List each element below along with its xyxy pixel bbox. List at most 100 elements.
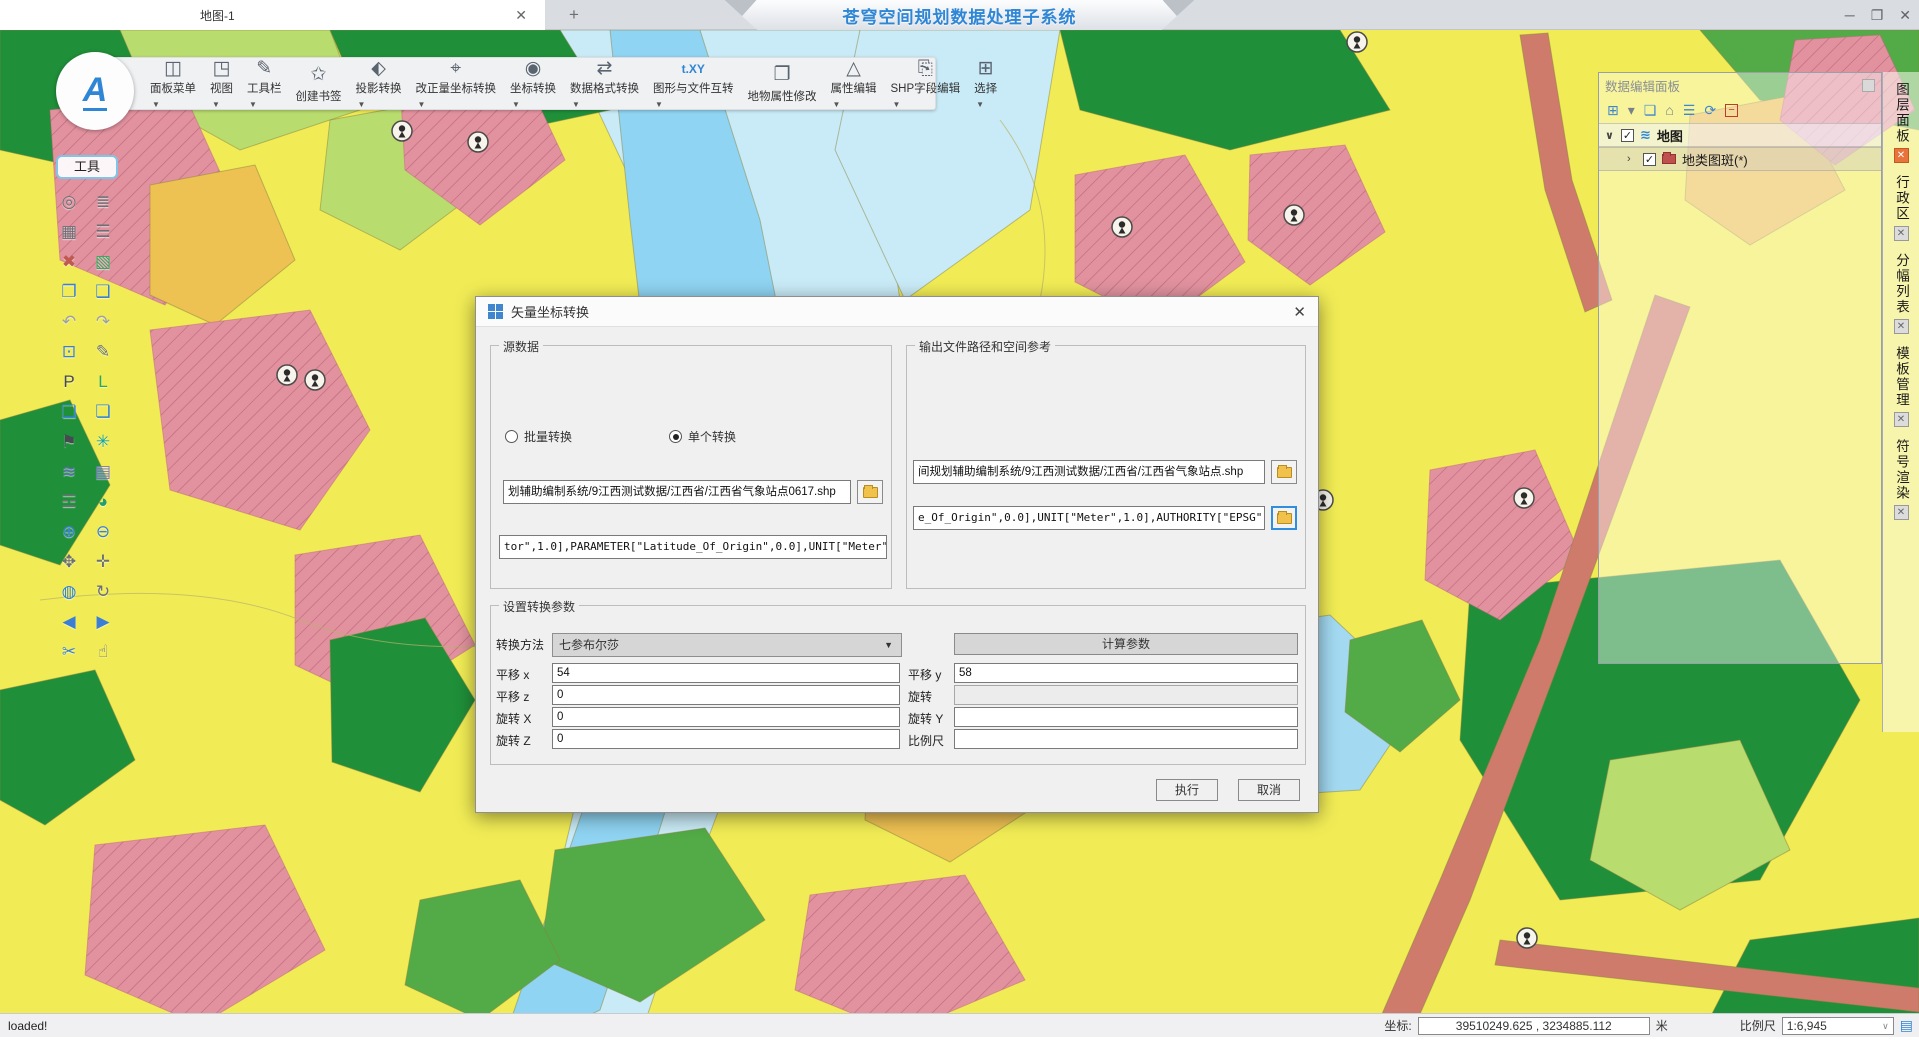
edit-nodes-tool[interactable]: ✳: [90, 430, 116, 454]
output-browse-button[interactable]: [1271, 460, 1297, 484]
save-database-tool[interactable]: ☰: [90, 220, 116, 244]
layer-transfer-tool[interactable]: ≋: [56, 460, 82, 484]
restore-icon[interactable]: ❐: [1871, 7, 1884, 24]
dialog-close-icon[interactable]: ✕: [1293, 303, 1306, 321]
cancel-button[interactable]: 取消: [1238, 779, 1300, 801]
toolbar-item-改正量坐标转换[interactable]: ⌖改正量坐标转换▼: [409, 58, 504, 109]
add-grid-icon[interactable]: ⊞: [1607, 102, 1619, 119]
undo-tool[interactable]: ↶: [56, 310, 82, 334]
layer-checkbox[interactable]: ✓: [1643, 153, 1656, 166]
chevron-right-icon[interactable]: ›: [1627, 153, 1637, 165]
toolbar-item-工具栏[interactable]: ✎工具栏▼: [240, 58, 289, 109]
paste-feature-tool[interactable]: ❐: [56, 280, 82, 304]
layer-tree-child[interactable]: › ✓ 地类图斑(*): [1599, 147, 1881, 171]
param-input-平移 y[interactable]: 58: [954, 663, 1298, 683]
side-tab-close-icon[interactable]: ✕: [1894, 319, 1909, 334]
layer-tree-root[interactable]: ∨ ✓ ≋ 地图: [1599, 123, 1881, 147]
output-spatialref-browse-button[interactable]: [1271, 506, 1297, 530]
add-location-tool[interactable]: ◎: [56, 190, 82, 214]
scale-select[interactable]: 1:6,945 ∨: [1782, 1017, 1894, 1035]
param-input-旋转 Y[interactable]: [954, 707, 1298, 727]
paste-attribute-tool[interactable]: ❑: [90, 280, 116, 304]
side-tab-符号渲染[interactable]: 符号渲染: [1891, 439, 1911, 501]
param-input-旋转 Z[interactable]: 0: [552, 729, 900, 749]
source-path-input[interactable]: 划辅助编制系统/9江西测试数据/江西省/江西省气象站点0617.shp: [503, 480, 851, 504]
union-polygon-tool[interactable]: ❏: [90, 400, 116, 424]
dropdown-arrow-icon[interactable]: ▾: [1628, 102, 1635, 119]
minimize-icon[interactable]: ─: [1845, 7, 1855, 23]
toolbar-item-坐标转换[interactable]: ◉坐标转换▼: [503, 58, 563, 109]
cancel-selection-tool[interactable]: ✖: [56, 250, 82, 274]
close-icon[interactable]: ✕: [1899, 7, 1911, 24]
shrink-extent-tool[interactable]: ✛: [90, 550, 116, 574]
side-tab-close-icon[interactable]: ✕: [1894, 505, 1909, 520]
remove-icon[interactable]: −: [1725, 104, 1738, 117]
frame-select-tool[interactable]: ⊡: [56, 340, 82, 364]
list-icon[interactable]: ☰: [1683, 102, 1696, 119]
side-tab-close-icon[interactable]: ✕: [1894, 148, 1909, 163]
pan-right-tool[interactable]: ▶: [90, 610, 116, 634]
side-tab-行政区[interactable]: 行政区: [1891, 175, 1911, 222]
side-tab-模板管理[interactable]: 模板管理: [1891, 346, 1911, 408]
toolbar-item-创建书签[interactable]: ✩创建书签: [289, 58, 349, 109]
param-input-平移 z[interactable]: 0: [552, 685, 900, 705]
delete-tool[interactable]: ☲: [56, 490, 82, 514]
block-edit-tool[interactable]: ▤: [90, 460, 116, 484]
pixel-convert-tool[interactable]: P: [56, 370, 82, 394]
toolbar-item-数据格式转换[interactable]: ⇄数据格式转换▼: [563, 58, 646, 109]
layer-checkbox[interactable]: ✓: [1621, 129, 1634, 142]
execute-button[interactable]: 执行: [1156, 779, 1218, 801]
radio-single-transform[interactable]: 单个转换: [669, 428, 736, 445]
output-wkt-input[interactable]: e_Of_Origin",0.0],UNIT["Meter",1.0],AUTH…: [913, 506, 1265, 530]
app-logo-button[interactable]: A: [56, 52, 134, 130]
radio-unchecked-icon[interactable]: [505, 430, 518, 443]
output-path-input[interactable]: 间规划辅助编制系统/9江西测试数据/江西省/江西省气象站点.shp: [913, 460, 1265, 484]
source-wkt-input[interactable]: tor",1.0],PARAMETER["Latitude_Of_Origin"…: [499, 535, 887, 559]
radio-checked-icon[interactable]: [669, 430, 682, 443]
toolbar-item-投影转换[interactable]: ⬖投影转换▼: [349, 58, 409, 109]
dialog-titlebar[interactable]: 矢量坐标转换 ✕: [476, 297, 1318, 327]
side-tab-图层面板[interactable]: 图层面板: [1891, 82, 1911, 144]
side-tab-close-icon[interactable]: ✕: [1894, 412, 1909, 427]
toolbar-item-地物属性修改[interactable]: ❐地物属性修改: [741, 58, 824, 109]
side-tab-分幅列表[interactable]: 分幅列表: [1891, 253, 1911, 315]
calc-params-button[interactable]: 计算参数: [954, 633, 1298, 655]
label-box-tool[interactable]: L: [90, 370, 116, 394]
edit-feature-tool[interactable]: ✎: [90, 340, 116, 364]
statistics-tool[interactable]: ◕: [90, 490, 116, 514]
pan-left-tool[interactable]: ◀: [56, 610, 82, 634]
tab-map-1[interactable]: 地图-1 ✕: [0, 0, 545, 30]
globe-view-tool[interactable]: ◍: [56, 580, 82, 604]
node-flag-tool[interactable]: ⚑: [56, 430, 82, 454]
refresh-icon[interactable]: ⟳: [1704, 102, 1716, 119]
side-tab-close-icon[interactable]: ✕: [1894, 226, 1909, 241]
refresh-tool[interactable]: ↻: [90, 580, 116, 604]
toolbar-item-面板菜单[interactable]: ◫面板菜单▼: [143, 58, 203, 109]
param-input-旋转 X[interactable]: 0: [552, 707, 900, 727]
toolbar-item-属性编辑[interactable]: △属性编辑▼: [824, 58, 884, 109]
source-browse-button[interactable]: [857, 480, 883, 504]
coordinate-list-icon[interactable]: ▤: [1900, 1017, 1913, 1034]
group-icon[interactable]: ⌂: [1665, 102, 1673, 118]
pan-hand-tool[interactable]: ☝: [90, 640, 116, 664]
param-input-平移 x[interactable]: 54: [552, 663, 900, 683]
radio-batch-transform[interactable]: 批量转换: [505, 428, 572, 445]
merge-polygon-tool[interactable]: ❏: [56, 400, 82, 424]
param-input-比例尺[interactable]: [954, 729, 1298, 749]
tab-close-icon[interactable]: ✕: [515, 7, 527, 24]
redo-tool[interactable]: ↷: [90, 310, 116, 334]
zoom-in-tool[interactable]: ⊕: [56, 520, 82, 544]
new-tab-button[interactable]: +: [562, 3, 586, 27]
save-tool[interactable]: ▦: [56, 220, 82, 244]
full-extent-tool[interactable]: ✥: [56, 550, 82, 574]
clip-tool[interactable]: ✂: [56, 640, 82, 664]
add-layer-icon[interactable]: ❏: [1644, 102, 1657, 119]
add-database-tool[interactable]: ≣: [90, 190, 116, 214]
method-dropdown[interactable]: 七参布尔莎 ▼: [552, 633, 902, 657]
panel-minimize-button[interactable]: [1862, 79, 1875, 92]
toolbar-item-图形与文件互转[interactable]: t.XY图形与文件互转▼: [646, 58, 741, 109]
chevron-down-icon[interactable]: ∨: [1605, 129, 1615, 142]
area-select-tool[interactable]: ▧: [90, 250, 116, 274]
toolbar-item-SHP字段编辑[interactable]: ⎘SHP字段编辑▼: [884, 58, 968, 109]
zoom-out-tool[interactable]: ⊖: [90, 520, 116, 544]
